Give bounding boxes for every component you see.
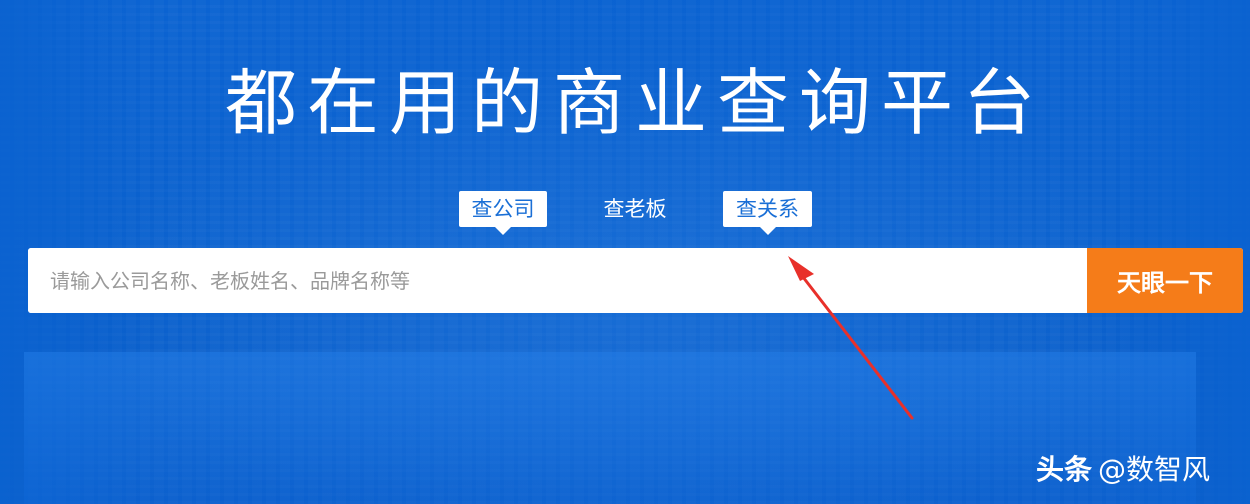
search-button[interactable]: 天眼一下 <box>1087 248 1243 313</box>
page-title: 都在用的商业查询平台 <box>224 61 1045 145</box>
watermark-handle: @数智风 <box>1098 453 1211 486</box>
tab-company[interactable]: 查公司 <box>459 191 547 235</box>
search-input[interactable] <box>28 248 1087 313</box>
tab-boss[interactable]: 查老板 <box>590 191 680 227</box>
watermark-brand: 头条 <box>1036 453 1093 486</box>
tab-relation[interactable]: 查关系 <box>723 191 812 235</box>
watermark: 头条 @数智风 <box>1036 452 1210 488</box>
hero-banner: 都在用的商业查询平台 查公司 查老板 查关系 天眼一下 头条@数智风 <box>0 0 1250 504</box>
search-bar: 天眼一下 <box>28 248 1243 313</box>
lower-panel <box>24 352 1196 504</box>
